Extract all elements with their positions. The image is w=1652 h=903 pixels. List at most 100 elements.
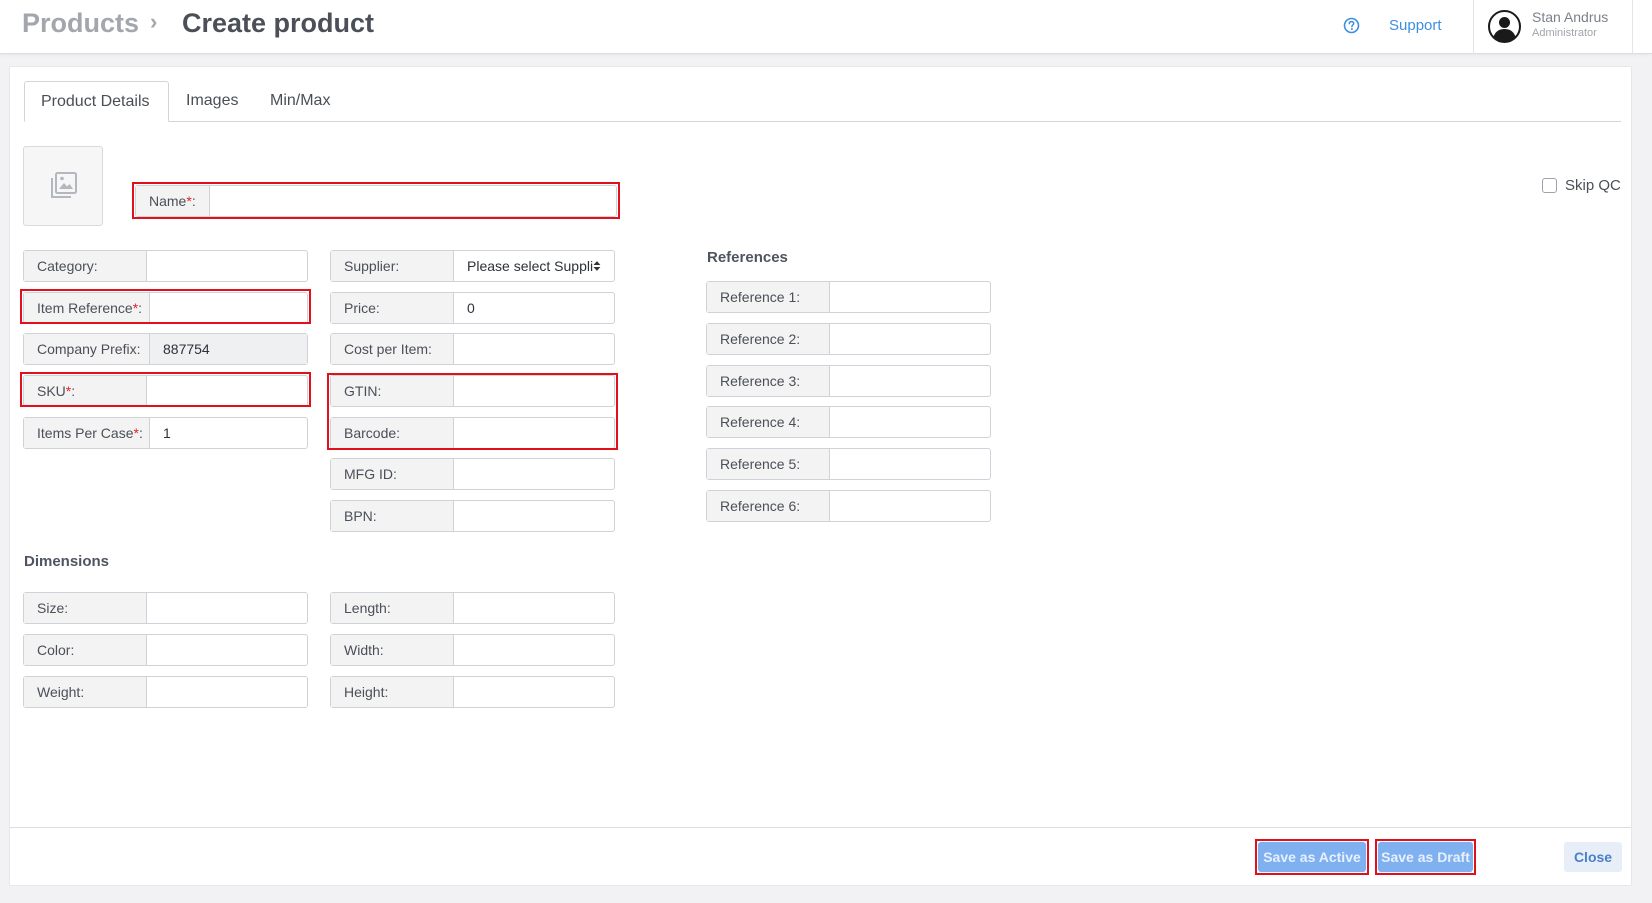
price-label: Price: [331,293,454,323]
sku-input[interactable] [147,376,307,406]
reference-5-input[interactable] [830,449,990,479]
reference-4-field: Reference 4: [706,406,991,438]
height-input[interactable] [454,677,614,707]
gtin-label: GTIN: [331,376,454,406]
tab-product-details[interactable]: Product Details [24,81,169,122]
top-bar: Products › Create product Support Stan A… [0,0,1652,54]
name-field: Name *: [135,185,617,217]
gtin-input[interactable] [454,376,614,406]
close-button[interactable]: Close [1564,842,1622,872]
sku-field: SKU *: [23,375,308,407]
length-label: Length: [331,593,454,623]
reference-4-input[interactable] [830,407,990,437]
width-input[interactable] [454,635,614,665]
length-field: Length: [330,592,615,624]
reference-2-label: Reference 2: [707,324,830,354]
user-name: Stan Andrus [1532,9,1609,25]
cost-per-item-input[interactable] [454,334,614,364]
weight-field: Weight: [23,676,308,708]
cost-per-item-label: Cost per Item: [331,334,454,364]
supplier-select-value: Please select Supplier [467,258,594,274]
price-input[interactable]: 0 [454,293,614,323]
skip-qc-option[interactable]: Skip QC [1542,177,1621,194]
reference-1-field: Reference 1: [706,281,991,313]
question-circle-icon[interactable] [1343,17,1360,34]
reference-1-input[interactable] [830,282,990,312]
width-label: Width: [331,635,454,665]
weight-input[interactable] [147,677,307,707]
height-label: Height: [331,677,454,707]
mfg-id-field: MFG ID: [330,458,615,490]
page-title: Create product [182,8,375,38]
breadcrumb-separator: › [150,9,158,34]
reference-2-field: Reference 2: [706,323,991,355]
reference-1-label: Reference 1: [707,282,830,312]
reference-5-label: Reference 5: [707,449,830,479]
company-prefix-value: 887754 [150,334,307,364]
size-input[interactable] [147,593,307,623]
bpn-field: BPN: [330,500,615,532]
reference-2-input[interactable] [830,324,990,354]
reference-5-field: Reference 5: [706,448,991,480]
barcode-field: Barcode: [330,417,615,449]
size-label: Size: [24,593,147,623]
footer-divider [10,827,1631,828]
tab-min-max[interactable]: Min/Max [254,81,346,122]
supplier-select[interactable]: Please select Supplier [454,251,614,281]
supplier-label: Supplier: [331,251,454,281]
reference-3-input[interactable] [830,366,990,396]
support-link[interactable]: Support [1389,17,1442,34]
length-input[interactable] [454,593,614,623]
reference-6-label: Reference 6: [707,491,830,521]
name-label: Name *: [136,186,210,216]
mfg-id-input[interactable] [454,459,614,489]
save-as-draft-button[interactable]: Save as Draft [1378,842,1473,872]
skip-qc-checkbox[interactable] [1542,178,1557,193]
gtin-field: GTIN: [330,375,615,407]
tab-images[interactable]: Images [170,81,254,122]
user-role: Administrator [1532,27,1597,39]
sku-label: SKU *: [24,376,147,406]
product-form-card: Product Details Images Min/Max Skip QC N… [9,66,1632,886]
item-reference-field: Item Reference *: [23,292,308,324]
product-image-upload[interactable] [23,146,103,226]
width-field: Width: [330,634,615,666]
user-menu[interactable]: Stan Andrus Administrator [1473,0,1633,54]
color-input[interactable] [147,635,307,665]
item-reference-label: Item Reference *: [24,293,150,323]
category-input[interactable] [147,251,307,281]
company-prefix-label: Company Prefix: [24,334,150,364]
height-field: Height: [330,676,615,708]
image-gallery-icon [51,172,77,198]
category-field: Category: [23,250,308,282]
reference-3-field: Reference 3: [706,365,991,397]
references-title: References [707,249,788,266]
barcode-input[interactable] [454,418,614,448]
items-per-case-label: Items Per Case *: [24,418,150,448]
items-per-case-input[interactable]: 1 [150,418,307,448]
dimensions-title: Dimensions [24,553,110,570]
items-per-case-field: Items Per Case *: 1 [23,417,308,449]
barcode-label: Barcode: [331,418,454,448]
sort-caret-icon [593,261,601,271]
save-as-active-button[interactable]: Save as Active [1258,842,1366,872]
category-label: Category: [24,251,147,281]
mfg-id-label: MFG ID: [331,459,454,489]
size-field: Size: [23,592,308,624]
item-reference-input[interactable] [150,293,307,323]
name-input[interactable] [210,186,616,216]
weight-label: Weight: [24,677,147,707]
breadcrumb-products-link[interactable]: Products [22,8,139,39]
supplier-field: Supplier: Please select Supplier [330,250,615,282]
color-label: Color: [24,635,147,665]
bpn-input[interactable] [454,501,614,531]
reference-6-field: Reference 6: [706,490,991,522]
reference-4-label: Reference 4: [707,407,830,437]
skip-qc-label: Skip QC [1565,177,1621,194]
price-field: Price: 0 [330,292,615,324]
company-prefix-field: Company Prefix: 887754 [23,333,308,365]
reference-3-label: Reference 3: [707,366,830,396]
reference-6-input[interactable] [830,491,990,521]
color-field: Color: [23,634,308,666]
cost-per-item-field: Cost per Item: [330,333,615,365]
